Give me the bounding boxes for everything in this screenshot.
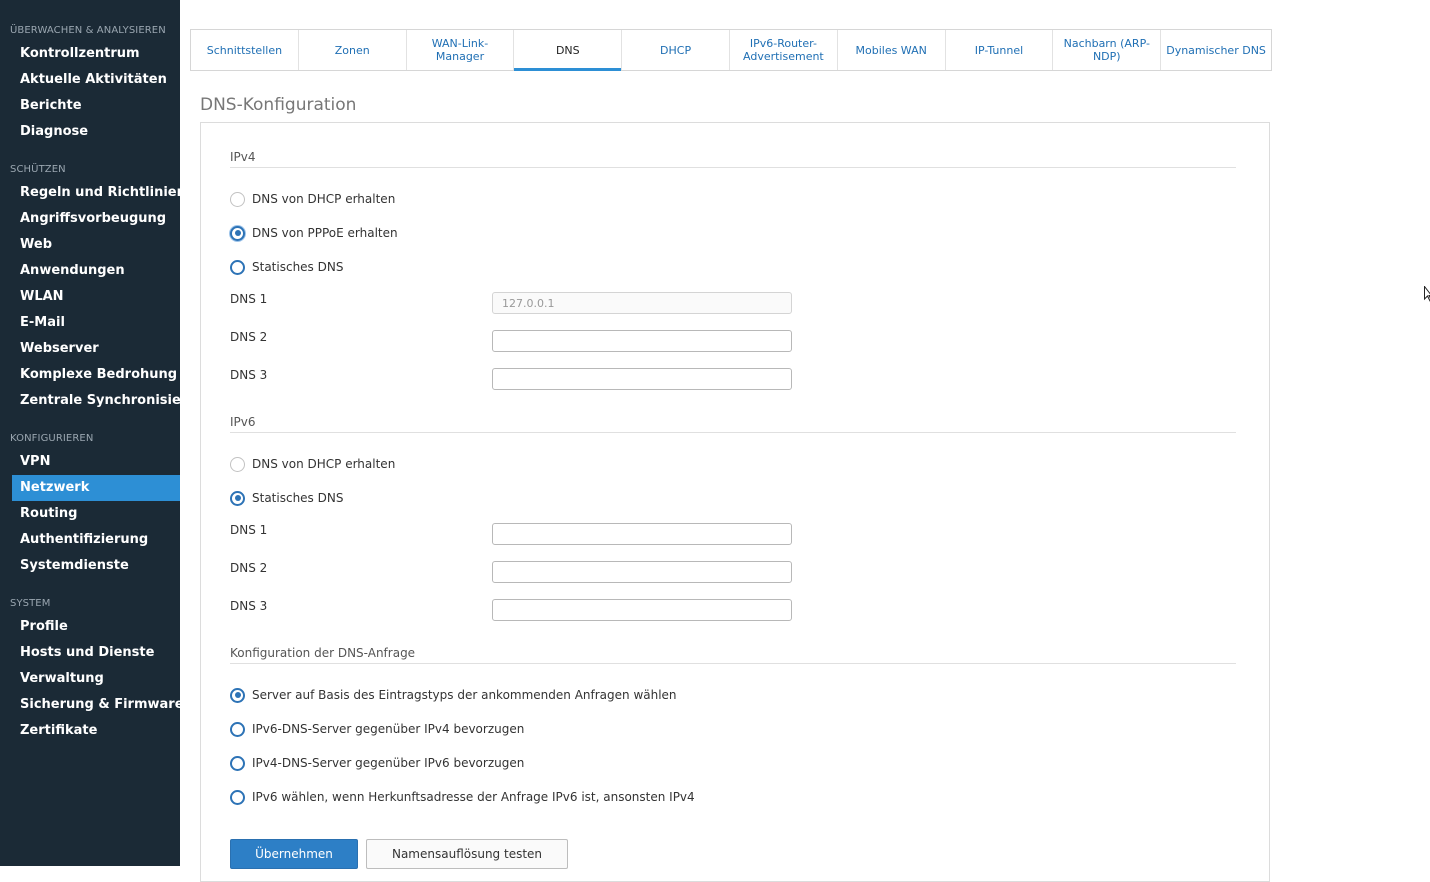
query-option-source-based[interactable]: IPv6 wählen, wenn Herkunftsadresse der A…: [230, 787, 695, 807]
sidebar-item-email[interactable]: E-Mail: [0, 310, 180, 336]
sidebar-item-zentrale-synchronisierung[interactable]: Zentrale Synchronisierung: [0, 388, 215, 414]
ipv4-dhcp-label: DNS von DHCP erhalten: [252, 192, 396, 206]
ipv6-dns2-label: DNS 2: [230, 561, 268, 575]
sidebar-item-profile[interactable]: Profile: [0, 614, 180, 640]
sidebar-item-angriffsvorbeugung[interactable]: Angriffsvorbeugung: [0, 206, 180, 232]
ipv4-dns2-input[interactable]: [492, 330, 792, 352]
ipv6-dns3-label: DNS 3: [230, 599, 268, 613]
query-option-label: IPv6 wählen, wenn Herkunftsadresse der A…: [252, 790, 695, 804]
test-name-resolution-button[interactable]: Namensauflösung testen: [366, 839, 568, 869]
ipv4-static-label: Statisches DNS: [252, 260, 344, 274]
tab-zonen[interactable]: Zonen: [299, 30, 407, 70]
sidebar-section-monitor: ÜBERWACHEN & ANALYSIEREN: [10, 25, 166, 36]
radio-unchecked-icon[interactable]: [230, 721, 245, 737]
radio-unchecked-icon[interactable]: [230, 755, 245, 771]
sidebar-item-kontrollzentrum[interactable]: Kontrollzentrum: [0, 41, 180, 67]
ipv4-dns1-input[interactable]: [492, 292, 792, 314]
radio-checked-icon[interactable]: [230, 490, 245, 506]
radio-unchecked-icon[interactable]: [230, 259, 245, 275]
radio-unchecked-icon[interactable]: [230, 191, 245, 207]
sidebar-item-systemdienste[interactable]: Systemdienste: [0, 553, 180, 579]
ipv6-dns2-input[interactable]: [492, 561, 792, 583]
ipv6-static-option[interactable]: Statisches DNS: [230, 488, 343, 508]
tab-dynamischer-dns[interactable]: Dynamischer DNS: [1161, 30, 1271, 70]
radio-unchecked-icon[interactable]: [230, 456, 245, 472]
radio-unchecked-icon[interactable]: [230, 789, 245, 805]
sidebar-item-netzwerk[interactable]: Netzwerk: [12, 475, 180, 501]
ipv6-dns3-input[interactable]: [492, 599, 792, 621]
sidebar-item-authentifizierung[interactable]: Authentifizierung: [0, 527, 180, 553]
ipv4-dns3-label: DNS 3: [230, 368, 268, 382]
sidebar-item-anwendungen[interactable]: Anwendungen: [0, 258, 180, 284]
ipv4-static-option[interactable]: Statisches DNS: [230, 257, 343, 277]
sidebar-item-web[interactable]: Web: [0, 232, 180, 258]
sidebar-item-routing[interactable]: Routing: [0, 501, 180, 527]
ipv4-dns2-label: DNS 2: [230, 330, 268, 344]
tab-nachbarn[interactable]: Nachbarn (ARP-NDP): [1053, 30, 1162, 70]
sidebar-item-webserver[interactable]: Webserver: [0, 336, 180, 362]
tab-wan-link-manager[interactable]: WAN-Link-Manager: [407, 30, 515, 70]
apply-button[interactable]: Übernehmen: [230, 839, 358, 869]
sidebar-section-configure: KONFIGURIEREN: [10, 433, 94, 444]
sidebar-section-system: SYSTEM: [10, 598, 51, 609]
mouse-cursor-icon: [1424, 286, 1430, 302]
sidebar-item-sicherung-firmware[interactable]: Sicherung & Firmware: [0, 692, 184, 718]
ipv4-pppoe-label: DNS von PPPoE erhalten: [252, 226, 398, 240]
ipv6-section-title: IPv6: [230, 415, 1236, 433]
query-option-label: IPv4-DNS-Server gegenüber IPv6 bevorzuge…: [252, 756, 525, 770]
sidebar-item-berichte[interactable]: Berichte: [0, 93, 180, 119]
tab-mobiles-wan[interactable]: Mobiles WAN: [838, 30, 946, 70]
page-title: DNS-Konfiguration: [200, 95, 357, 115]
tab-bar: Schnittstellen Zonen WAN-Link-Manager DN…: [190, 29, 1272, 71]
sidebar-item-vpn[interactable]: VPN: [0, 449, 180, 475]
dns-config-panel: IPv4 DNS von DHCP erhalten DNS von PPPoE…: [200, 122, 1270, 882]
query-option-prefer-ipv4[interactable]: IPv4-DNS-Server gegenüber IPv6 bevorzuge…: [230, 753, 524, 773]
query-section-title: Konfiguration der DNS-Anfrage: [230, 646, 1236, 664]
sidebar-section-protect: SCHÜTZEN: [10, 164, 66, 175]
ipv6-dhcp-option[interactable]: DNS von DHCP erhalten: [230, 454, 395, 474]
main-content: Schnittstellen Zonen WAN-Link-Manager DN…: [180, 0, 1430, 882]
ipv4-section-title: IPv4: [230, 150, 1236, 168]
ipv4-dns1-label: DNS 1: [230, 292, 268, 306]
tab-ip-tunnel[interactable]: IP-Tunnel: [946, 30, 1054, 70]
ipv4-dhcp-option[interactable]: DNS von DHCP erhalten: [230, 189, 395, 209]
tab-dns[interactable]: DNS: [514, 30, 623, 71]
query-option-label: Server auf Basis des Eintragstyps der an…: [252, 688, 677, 702]
sidebar-item-zertifikate[interactable]: Zertifikate: [0, 718, 180, 744]
ipv4-dns3-input[interactable]: [492, 368, 792, 390]
query-option-prefer-ipv6[interactable]: IPv6-DNS-Server gegenüber IPv4 bevorzuge…: [230, 719, 524, 739]
ipv6-static-label: Statisches DNS: [252, 491, 344, 505]
sidebar-item-aktuelle-aktivitaeten[interactable]: Aktuelle Aktivitäten: [0, 67, 180, 93]
sidebar-item-komplexe-bedrohung[interactable]: Komplexe Bedrohung: [0, 362, 180, 388]
sidebar-item-verwaltung[interactable]: Verwaltung: [0, 666, 180, 692]
sidebar-item-diagnose[interactable]: Diagnose: [0, 119, 180, 145]
ipv6-dhcp-label: DNS von DHCP erhalten: [252, 457, 396, 471]
sidebar: ÜBERWACHEN & ANALYSIEREN Kontrollzentrum…: [0, 0, 215, 866]
radio-checked-icon[interactable]: [230, 225, 245, 241]
tab-ipv6-router-advertisement[interactable]: IPv6-Router-Advertisement: [730, 30, 838, 70]
sidebar-item-regeln[interactable]: Regeln und Richtlinien: [0, 180, 186, 206]
tab-dhcp[interactable]: DHCP: [622, 30, 730, 70]
sidebar-item-hosts-und-dienste[interactable]: Hosts und Dienste: [0, 640, 180, 666]
ipv4-pppoe-option[interactable]: DNS von PPPoE erhalten: [230, 223, 398, 243]
sidebar-item-wlan[interactable]: WLAN: [0, 284, 180, 310]
ipv6-dns1-input[interactable]: [492, 523, 792, 545]
query-option-record-type[interactable]: Server auf Basis des Eintragstyps der an…: [230, 685, 677, 705]
query-option-label: IPv6-DNS-Server gegenüber IPv4 bevorzuge…: [252, 722, 525, 736]
radio-checked-icon[interactable]: [230, 687, 245, 703]
ipv6-dns1-label: DNS 1: [230, 523, 268, 537]
tab-schnittstellen[interactable]: Schnittstellen: [191, 30, 299, 70]
